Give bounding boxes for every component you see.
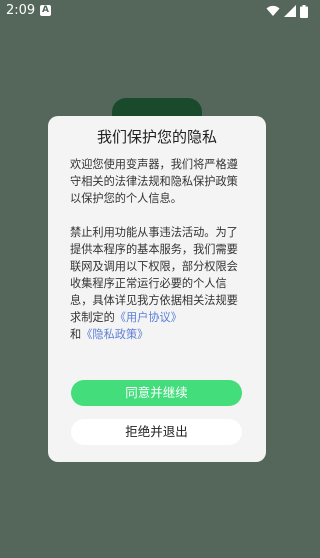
privacy-policy-link[interactable]: 《隐私政策》	[81, 328, 148, 341]
permissions-paragraph: 禁止利用功能从事违法活动。为了提供本程序的基本服务，我们需要联网及调用以下权限，…	[70, 224, 246, 343]
battery-icon	[300, 4, 308, 18]
system-icons	[266, 4, 308, 18]
dialog-body: 欢迎您使用变声器，我们将严格遵守相关的法律法规和隐私保护政策以保护您的个人信息。…	[70, 156, 246, 343]
privacy-dialog: 我们保护您的隐私 欢迎您使用变声器，我们将严格遵守相关的法律法规和隐私保护政策以…	[48, 116, 266, 462]
status-bar: 2:09 A	[0, 0, 314, 24]
agree-continue-button[interactable]: 同意并继续	[71, 380, 242, 406]
wifi-icon	[266, 5, 280, 16]
welcome-paragraph: 欢迎您使用变声器，我们将严格遵守相关的法律法规和隐私保护政策以保护您的个人信息。	[70, 158, 238, 205]
and-text: 和	[70, 328, 82, 341]
dialog-title: 我们保护您的隐私	[96, 128, 217, 146]
notification-icon: A	[40, 5, 51, 16]
cellular-signal-icon	[284, 5, 296, 17]
status-time: 2:09	[6, 3, 36, 18]
reject-exit-button[interactable]: 拒绝并退出	[71, 419, 242, 445]
permissions-text: 禁止利用功能从事违法活动。为了提供本程序的基本服务，我们需要联网及调用以下权限，…	[70, 226, 238, 324]
user-agreement-link[interactable]: 《用户协议》	[115, 311, 182, 324]
